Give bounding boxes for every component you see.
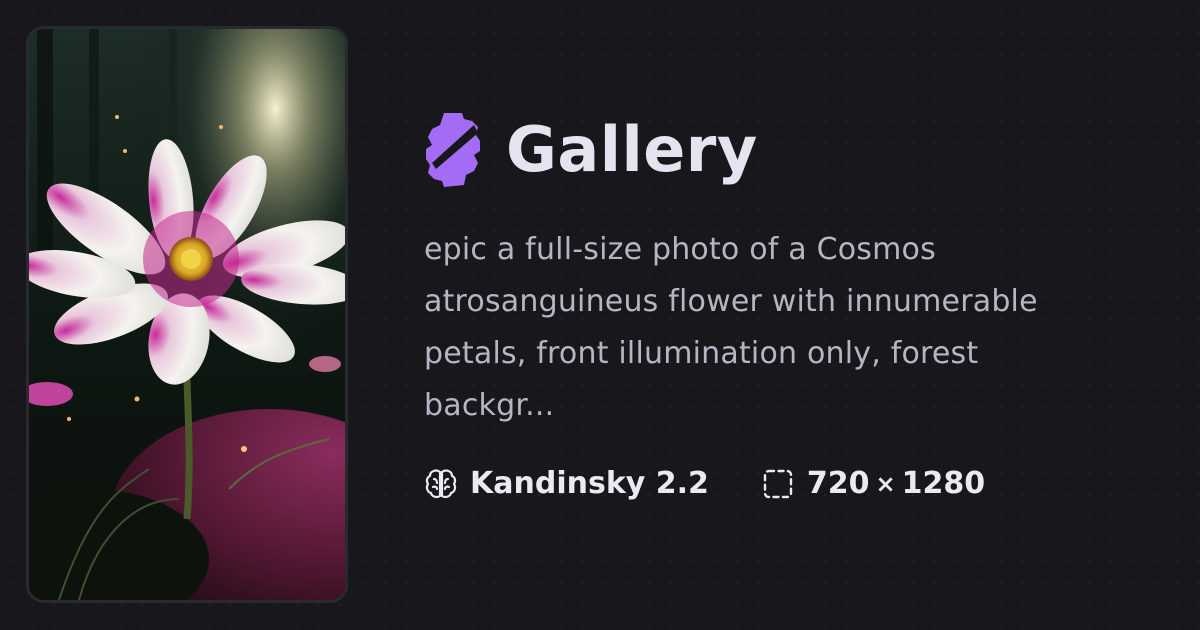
gear-lightning-logo-icon[interactable] [424, 111, 482, 189]
image-meta: Kandinsky 2.2 720 × 1280 [424, 466, 1164, 501]
times-sign: × [875, 469, 896, 498]
image-card[interactable] [26, 26, 348, 603]
image-info-panel: Gallery epic a full-size photo of a Cosm… [424, 108, 1164, 501]
generated-image[interactable] [29, 29, 345, 600]
size-info: 720 × 1280 [761, 466, 985, 501]
model-info: Kandinsky 2.2 [424, 466, 709, 501]
dashed-frame-icon [761, 467, 795, 501]
image-height: 1280 [901, 466, 986, 501]
image-width: 720 [806, 466, 870, 501]
flower-photo [29, 29, 345, 600]
image-dimensions: 720 × 1280 [807, 466, 985, 501]
brain-icon [424, 467, 458, 501]
model-name: Kandinsky 2.2 [470, 466, 709, 501]
page-title: Gallery [506, 113, 758, 186]
header: Gallery [424, 108, 1164, 192]
prompt-text: epic a full-size photo of a Cosmos atros… [424, 232, 1038, 423]
